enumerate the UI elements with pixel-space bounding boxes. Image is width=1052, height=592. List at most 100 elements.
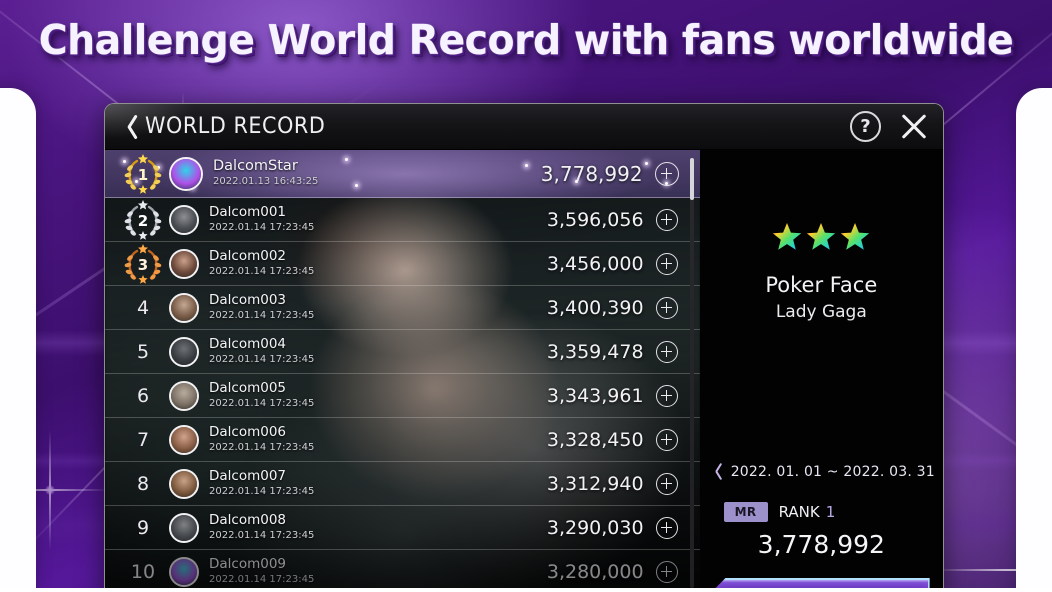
my-score: 3,778,992 bbox=[757, 530, 885, 559]
page-title: WORLD RECORD bbox=[145, 114, 326, 139]
table-row[interactable]: 10 Dalcom009 2022.01.14 17:23:45 3,280,0… bbox=[105, 550, 700, 592]
list-scrollbar[interactable] bbox=[689, 158, 694, 588]
ranking-rows: 1 DalcomStar 2022.01.13 16:43:25 3,778,9… bbox=[105, 150, 700, 592]
record-date: 2022.01.14 17:23:45 bbox=[209, 222, 315, 233]
player-score: 3,290,030 bbox=[546, 516, 644, 539]
table-row[interactable]: 3 Dalcom002 2022.01.14 17:23:45 3,456,00… bbox=[105, 242, 700, 286]
table-row[interactable]: 6 Dalcom005 2022.01.14 17:23:45 3,343,96… bbox=[105, 374, 700, 418]
avatar[interactable] bbox=[169, 248, 199, 279]
period-range: 2022. 01. 01 ~ 2022. 03. 31 bbox=[730, 464, 935, 480]
player-score: 3,456,000 bbox=[546, 252, 644, 275]
table-row[interactable]: 7 Dalcom006 2022.01.14 17:23:45 3,328,45… bbox=[105, 418, 700, 462]
adjacent-screenshot-left bbox=[0, 88, 36, 592]
promo-screenshot: Challenge World Record with fans worldwi… bbox=[0, 0, 1052, 592]
avatar-image bbox=[171, 158, 201, 189]
rank-medal-gold: 1 bbox=[117, 152, 169, 196]
plus-circle-icon[interactable] bbox=[655, 428, 678, 451]
player-name: Dalcom009 bbox=[209, 556, 287, 572]
avatar[interactable] bbox=[169, 512, 199, 543]
player-meta: Dalcom003 2022.01.14 17:23:45 bbox=[209, 293, 536, 322]
avatar-image bbox=[171, 338, 197, 365]
rank-number: 8 bbox=[136, 472, 150, 495]
record-date: 2022.01.14 17:23:45 bbox=[209, 486, 315, 497]
avatar[interactable] bbox=[169, 156, 203, 191]
player-meta: Dalcom007 2022.01.14 17:23:45 bbox=[209, 469, 536, 498]
back-icon[interactable] bbox=[115, 112, 141, 142]
plus-circle-icon[interactable] bbox=[655, 296, 678, 319]
player-name: Dalcom003 bbox=[209, 292, 287, 308]
mode-badge: MR bbox=[723, 502, 768, 522]
avatar-image bbox=[171, 250, 197, 277]
svg-text:1: 1 bbox=[138, 166, 148, 184]
player-score: 3,400,390 bbox=[546, 296, 644, 319]
avatar[interactable] bbox=[169, 292, 199, 323]
my-rank-row: MR RANK 1 bbox=[723, 502, 835, 522]
avatar-image bbox=[171, 426, 197, 453]
player-name: Dalcom004 bbox=[209, 336, 287, 352]
avatar-image bbox=[171, 294, 197, 321]
rank-medal-bronze: 3 bbox=[117, 242, 169, 286]
plus-circle-icon[interactable] bbox=[655, 516, 678, 539]
avatar[interactable] bbox=[169, 380, 199, 411]
svg-text:2: 2 bbox=[138, 212, 148, 230]
song-artist: Lady Gaga bbox=[775, 302, 867, 322]
avatar[interactable] bbox=[169, 336, 199, 367]
player-meta: Dalcom006 2022.01.14 17:23:45 bbox=[209, 425, 536, 454]
player-score: 3,596,056 bbox=[546, 208, 644, 231]
plus-circle-icon[interactable] bbox=[655, 472, 678, 495]
avatar-image bbox=[171, 558, 197, 585]
song-detail-panel: Poker Face Lady Gaga 2022. 01. 01 ~ 2022… bbox=[699, 150, 943, 592]
avatar[interactable] bbox=[169, 556, 199, 587]
player-score: 3,359,478 bbox=[546, 340, 644, 363]
player-name: DalcomStar bbox=[213, 158, 298, 174]
scrollbar-thumb[interactable] bbox=[689, 158, 694, 200]
table-row[interactable]: 1 DalcomStar 2022.01.13 16:43:25 3,778,9… bbox=[105, 150, 700, 198]
rank-number: 9 bbox=[136, 516, 150, 539]
rank-number: 4 bbox=[136, 296, 150, 319]
help-icon[interactable]: ? bbox=[850, 111, 881, 142]
player-score: 3,280,000 bbox=[546, 560, 644, 583]
table-row[interactable]: 9 Dalcom008 2022.01.14 17:23:45 3,290,03… bbox=[105, 506, 700, 550]
player-meta: Dalcom002 2022.01.14 17:23:45 bbox=[209, 249, 536, 278]
record-date: 2022.01.14 17:23:45 bbox=[209, 266, 315, 277]
chevron-left-icon[interactable] bbox=[708, 462, 722, 482]
avatar[interactable] bbox=[169, 204, 199, 235]
player-meta: Dalcom008 2022.01.14 17:23:45 bbox=[209, 513, 536, 542]
plus-circle-icon[interactable] bbox=[655, 340, 678, 363]
rank-number: 10 bbox=[130, 560, 156, 583]
plus-circle-icon[interactable] bbox=[655, 384, 678, 407]
player-name: Dalcom001 bbox=[209, 204, 287, 220]
rank-number: 5 bbox=[136, 340, 150, 363]
table-row[interactable]: 8 Dalcom007 2022.01.14 17:23:45 3,312,94… bbox=[105, 462, 700, 506]
avatar[interactable] bbox=[169, 424, 199, 455]
avatar-image bbox=[171, 206, 197, 233]
rank-number: 7 bbox=[136, 428, 150, 451]
avatar[interactable] bbox=[169, 468, 199, 499]
table-row[interactable]: 4 Dalcom003 2022.01.14 17:23:45 3,400,39… bbox=[105, 286, 700, 330]
plus-circle-icon[interactable] bbox=[655, 252, 678, 275]
star-icon bbox=[806, 222, 836, 251]
player-name: Dalcom005 bbox=[209, 380, 287, 396]
player-score: 3,778,992 bbox=[540, 161, 643, 186]
record-date: 2022.01.14 17:23:45 bbox=[209, 398, 315, 409]
song-title: Poker Face bbox=[765, 273, 878, 297]
promo-headline: Challenge World Record with fans worldwi… bbox=[38, 16, 1014, 64]
record-date: 2022.01.14 17:23:45 bbox=[209, 574, 315, 585]
close-icon[interactable] bbox=[899, 112, 929, 142]
plus-circle-icon[interactable] bbox=[655, 208, 678, 231]
avatar-image bbox=[171, 382, 197, 409]
record-date: 2022.01.14 17:23:45 bbox=[209, 530, 315, 541]
plus-circle-icon[interactable] bbox=[654, 161, 679, 186]
player-name: Dalcom008 bbox=[209, 512, 287, 528]
player-name: Dalcom002 bbox=[209, 248, 287, 264]
record-date: 2022.01.14 17:23:45 bbox=[209, 442, 315, 453]
avatar-image bbox=[171, 514, 197, 541]
player-meta: Dalcom001 2022.01.14 17:23:45 bbox=[209, 205, 536, 234]
table-row[interactable]: 2 Dalcom001 2022.01.14 17:23:45 3,596,05… bbox=[105, 198, 700, 242]
bottom-edge bbox=[0, 588, 1052, 592]
table-row[interactable]: 5 Dalcom004 2022.01.14 17:23:45 3,359,47… bbox=[105, 330, 700, 374]
difficulty-stars bbox=[772, 222, 870, 251]
player-score: 3,343,961 bbox=[546, 384, 644, 407]
player-score: 3,328,450 bbox=[546, 428, 644, 451]
plus-circle-icon[interactable] bbox=[655, 560, 678, 583]
